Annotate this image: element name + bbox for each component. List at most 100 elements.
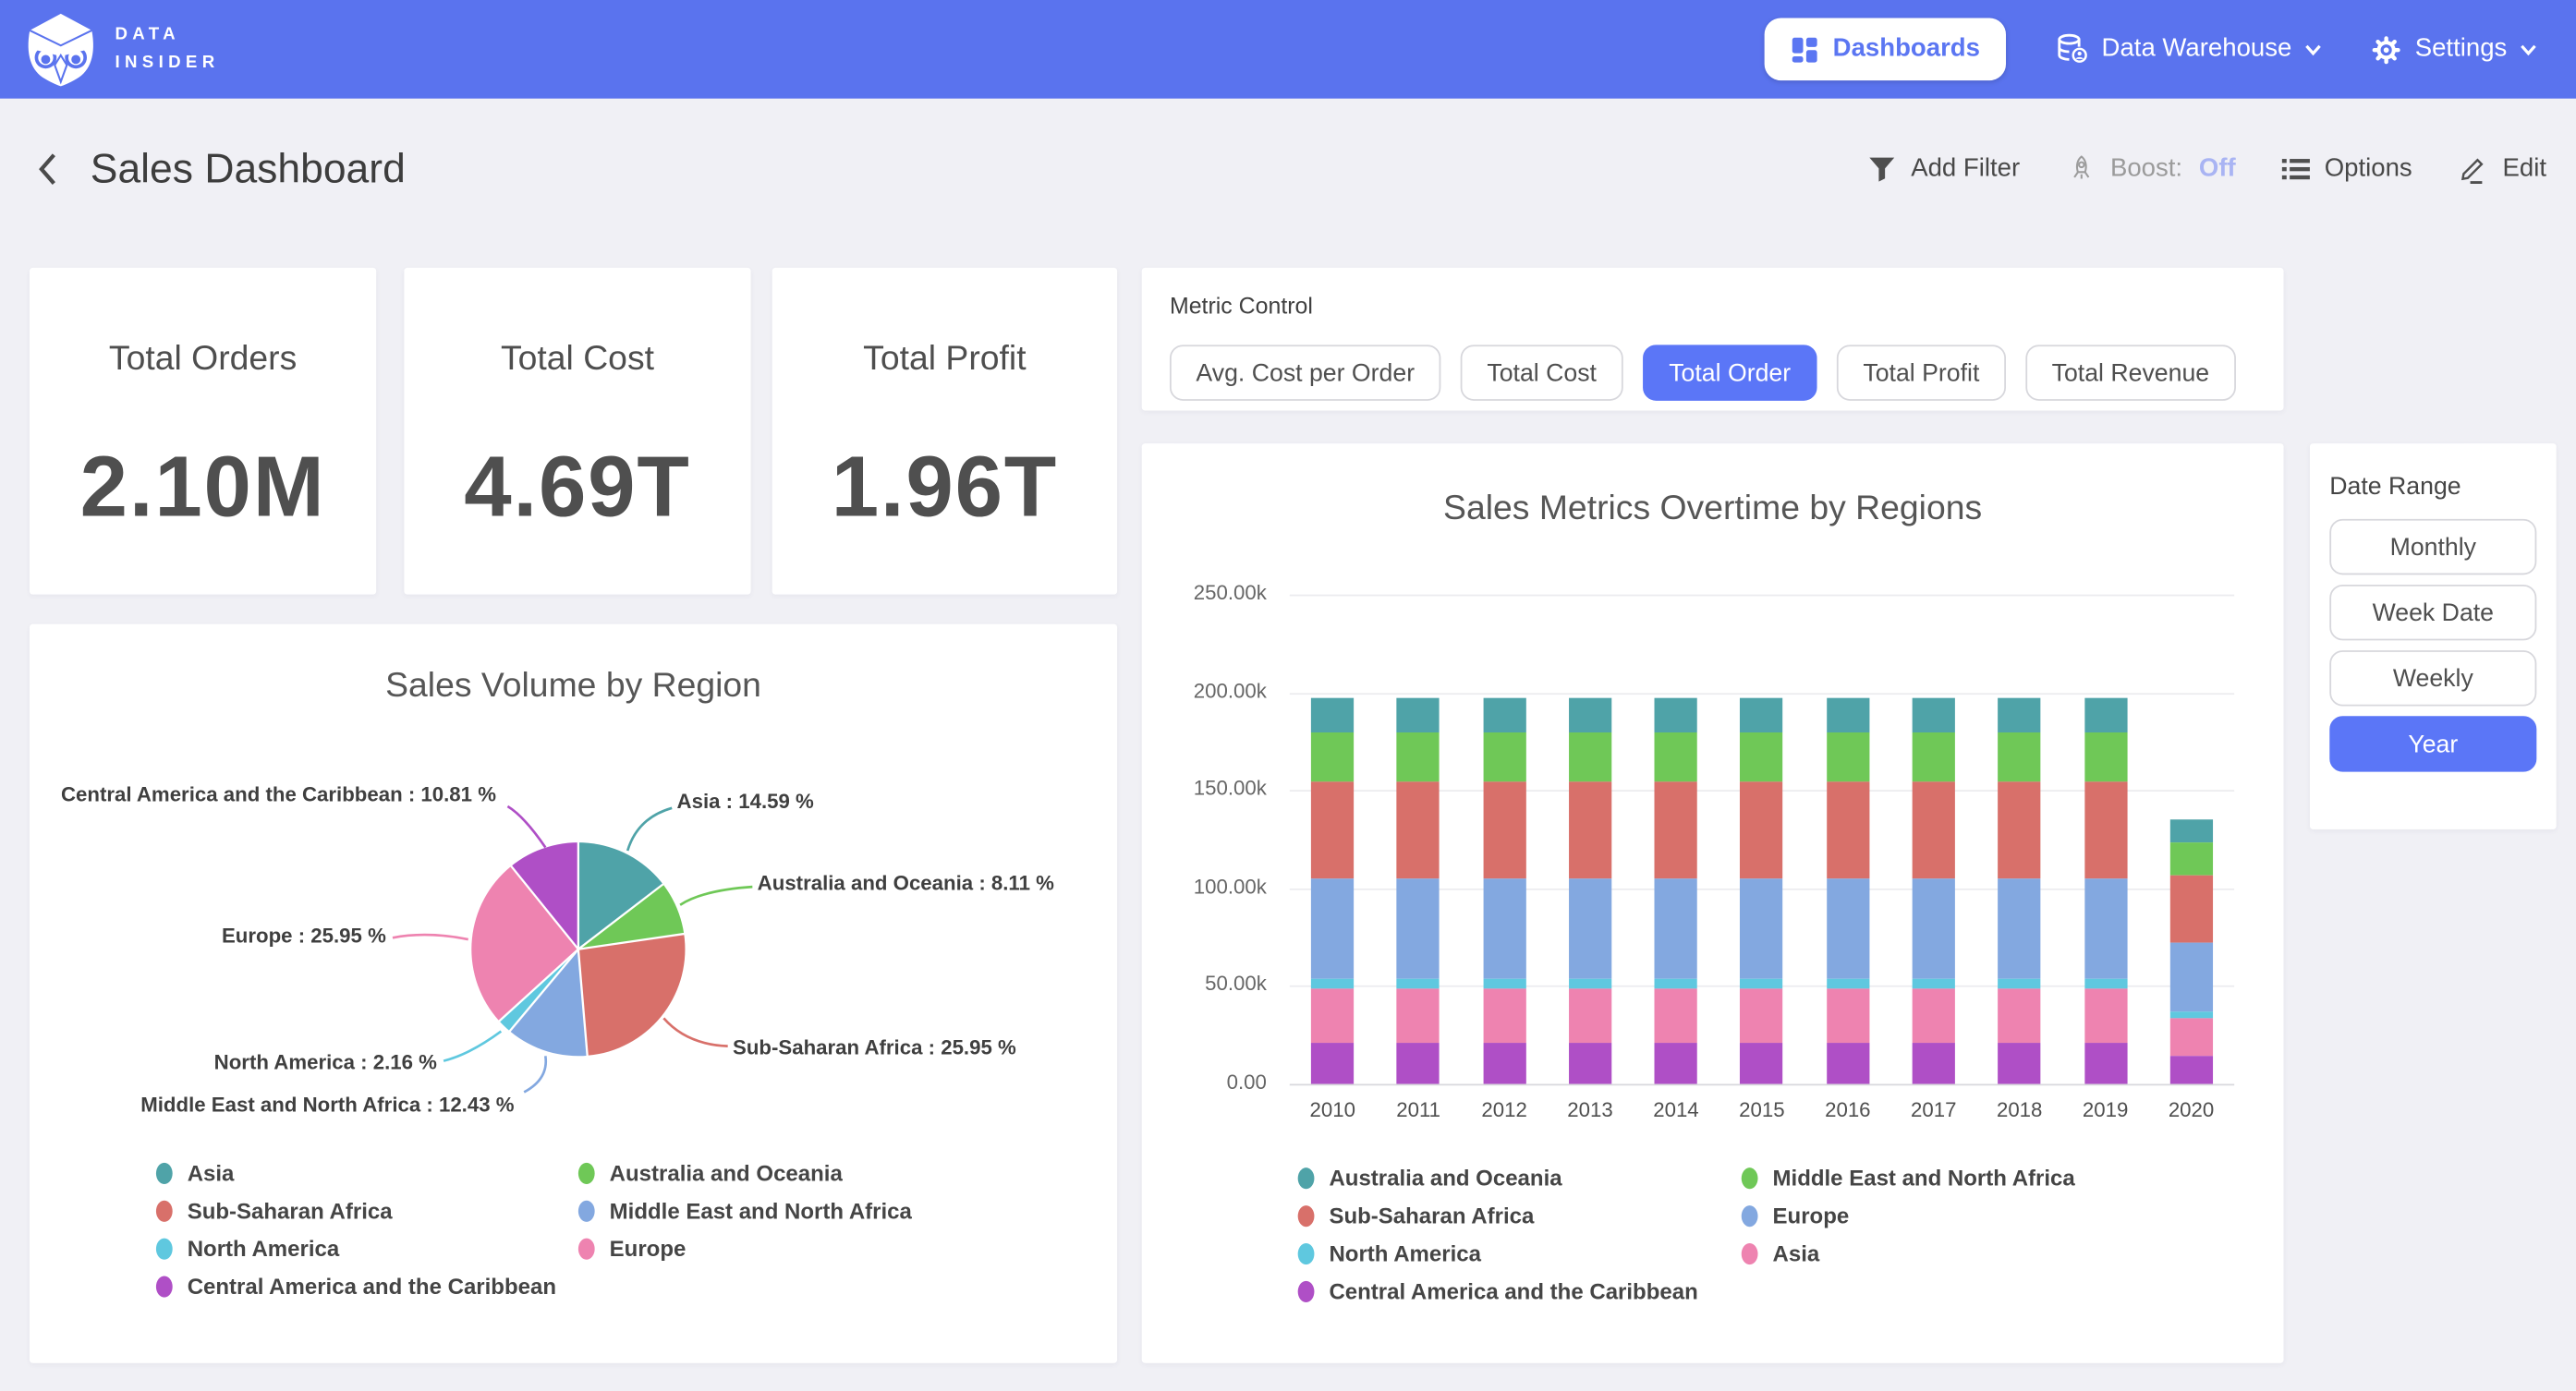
bar-segment-europe[interactable] [1655, 879, 1697, 979]
metric-option-total-order[interactable]: Total Order [1643, 345, 1817, 400]
bar-segment-europe[interactable] [2084, 879, 2126, 979]
options-button[interactable]: Options [2281, 154, 2412, 184]
legend-item-europe[interactable]: Europe [578, 1237, 912, 1262]
bar-segment-central-america-and-the-caribbean[interactable] [1999, 1043, 2041, 1083]
bar-segment-australia-and-oceania[interactable] [1741, 698, 1783, 732]
bar-segment-north-america[interactable] [1483, 979, 1525, 988]
bar-segment-sub-saharan-africa[interactable] [1311, 781, 1354, 879]
bar-segment-australia-and-oceania[interactable] [1655, 698, 1697, 732]
bar-segment-north-america[interactable] [2084, 979, 2126, 988]
bar-segment-australia-and-oceania[interactable] [1569, 698, 1611, 732]
bar-segment-central-america-and-the-caribbean[interactable] [2169, 1056, 2212, 1084]
bar-segment-central-america-and-the-caribbean[interactable] [1655, 1043, 1697, 1083]
bar-segment-sub-saharan-africa[interactable] [1483, 781, 1525, 879]
date-range-option-year[interactable]: Year [2329, 716, 2536, 771]
bar-segment-middle-east-and-north-africa[interactable] [1827, 732, 1869, 781]
bar-segment-asia[interactable] [2084, 988, 2126, 1043]
legend-item-north-america[interactable]: North America [1298, 1241, 1742, 1266]
bar-segment-central-america-and-the-caribbean[interactable] [1741, 1043, 1783, 1083]
bar-segment-north-america[interactable] [1827, 979, 1869, 988]
bar-2017[interactable] [1913, 698, 1955, 1084]
bar-segment-sub-saharan-africa[interactable] [2169, 876, 2212, 943]
bar-segment-north-america[interactable] [1913, 979, 1955, 988]
bar-segment-asia[interactable] [1999, 988, 2041, 1043]
bar-segment-north-america[interactable] [1311, 979, 1354, 988]
back-button[interactable] [30, 144, 64, 193]
bar-2015[interactable] [1741, 698, 1783, 1084]
bar-segment-north-america[interactable] [1999, 979, 2041, 988]
nav-data-warehouse[interactable]: Data Warehouse [2056, 33, 2322, 67]
bar-segment-asia[interactable] [1913, 988, 1955, 1043]
bar-segment-europe[interactable] [1999, 879, 2041, 979]
legend-item-middle-east-and-north-africa[interactable]: Middle East and North Africa [1742, 1166, 2075, 1191]
bar-segment-asia[interactable] [1483, 988, 1525, 1043]
bar-segment-middle-east-and-north-africa[interactable] [1913, 732, 1955, 781]
bar-segment-north-america[interactable] [1655, 979, 1697, 988]
bar-segment-middle-east-and-north-africa[interactable] [1311, 732, 1354, 781]
bar-segment-australia-and-oceania[interactable] [2084, 698, 2126, 732]
bar-segment-australia-and-oceania[interactable] [2169, 820, 2212, 842]
bar-segment-asia[interactable] [1827, 988, 1869, 1043]
bar-segment-europe[interactable] [1741, 879, 1783, 979]
add-filter-button[interactable]: Add Filter [1868, 154, 2020, 184]
bar-2010[interactable] [1311, 698, 1354, 1084]
date-range-option-monthly[interactable]: Monthly [2329, 519, 2536, 575]
bar-segment-sub-saharan-africa[interactable] [1397, 781, 1440, 879]
bar-segment-middle-east-and-north-africa[interactable] [2084, 732, 2126, 781]
bar-segment-middle-east-and-north-africa[interactable] [1397, 732, 1440, 781]
bar-segment-central-america-and-the-caribbean[interactable] [1483, 1043, 1525, 1083]
legend-item-australia-and-oceania[interactable]: Australia and Oceania [1298, 1166, 1742, 1191]
bar-segment-europe[interactable] [1569, 879, 1611, 979]
bar-segment-sub-saharan-africa[interactable] [1655, 781, 1697, 879]
bar-segment-australia-and-oceania[interactable] [1827, 698, 1869, 732]
legend-item-europe[interactable]: Europe [1742, 1204, 2075, 1228]
edit-button[interactable]: Edit [2458, 154, 2546, 184]
bar-segment-asia[interactable] [1311, 988, 1354, 1043]
bar-2011[interactable] [1397, 698, 1440, 1084]
legend-item-sub-saharan-africa[interactable]: Sub-Saharan Africa [1298, 1204, 1742, 1228]
legend-item-middle-east-and-north-africa[interactable]: Middle East and North Africa [578, 1199, 912, 1224]
date-range-option-weekly[interactable]: Weekly [2329, 650, 2536, 706]
legend-item-north-america[interactable]: North America [156, 1237, 578, 1262]
bar-2016[interactable] [1827, 698, 1869, 1084]
bar-segment-europe[interactable] [1397, 879, 1440, 979]
boost-toggle[interactable]: Boost:Off [2066, 154, 2236, 184]
bar-segment-asia[interactable] [1569, 988, 1611, 1043]
date-range-option-week-date[interactable]: Week Date [2329, 585, 2536, 640]
metric-option-total-revenue[interactable]: Total Revenue [2025, 345, 2235, 400]
bar-segment-australia-and-oceania[interactable] [1483, 698, 1525, 732]
bar-segment-asia[interactable] [1741, 988, 1783, 1043]
bar-segment-australia-and-oceania[interactable] [1397, 698, 1440, 732]
bar-segment-sub-saharan-africa[interactable] [1741, 781, 1783, 879]
bar-segment-central-america-and-the-caribbean[interactable] [1311, 1043, 1354, 1083]
metric-option-avg-cost-per-order[interactable]: Avg. Cost per Order [1170, 345, 1441, 400]
bar-segment-middle-east-and-north-africa[interactable] [2169, 842, 2212, 876]
nav-dashboards[interactable]: Dashboards [1764, 18, 2006, 81]
bar-2020[interactable] [2169, 820, 2212, 1084]
bar-segment-middle-east-and-north-africa[interactable] [1655, 732, 1697, 781]
bar-segment-australia-and-oceania[interactable] [1311, 698, 1354, 732]
bar-segment-central-america-and-the-caribbean[interactable] [2084, 1043, 2126, 1083]
bar-segment-middle-east-and-north-africa[interactable] [1483, 732, 1525, 781]
metric-option-total-cost[interactable]: Total Cost [1461, 345, 1623, 400]
bar-segment-europe[interactable] [1913, 879, 1955, 979]
bar-segment-central-america-and-the-caribbean[interactable] [1913, 1043, 1955, 1083]
legend-item-central-america-and-the-caribbean[interactable]: Central America and the Caribbean [1298, 1279, 1742, 1304]
bar-segment-central-america-and-the-caribbean[interactable] [1827, 1043, 1869, 1083]
bar-segment-middle-east-and-north-africa[interactable] [1741, 732, 1783, 781]
metric-option-total-profit[interactable]: Total Profit [1837, 345, 2006, 400]
bar-segment-asia[interactable] [1397, 988, 1440, 1043]
bar-segment-sub-saharan-africa[interactable] [2084, 781, 2126, 879]
legend-item-central-america-and-the-caribbean[interactable]: Central America and the Caribbean [156, 1275, 578, 1300]
legend-item-sub-saharan-africa[interactable]: Sub-Saharan Africa [156, 1199, 578, 1224]
bar-2012[interactable] [1483, 698, 1525, 1084]
bar-segment-sub-saharan-africa[interactable] [1999, 781, 2041, 879]
bar-2019[interactable] [2084, 698, 2126, 1084]
legend-item-asia[interactable]: Asia [156, 1161, 578, 1186]
bar-segment-sub-saharan-africa[interactable] [1827, 781, 1869, 879]
bar-segment-australia-and-oceania[interactable] [1999, 698, 2041, 732]
bar-2013[interactable] [1569, 698, 1611, 1084]
bar-segment-europe[interactable] [1311, 879, 1354, 979]
bar-segment-europe[interactable] [2169, 943, 2212, 1011]
brand-logo[interactable]: DATA INSIDER [23, 11, 220, 87]
